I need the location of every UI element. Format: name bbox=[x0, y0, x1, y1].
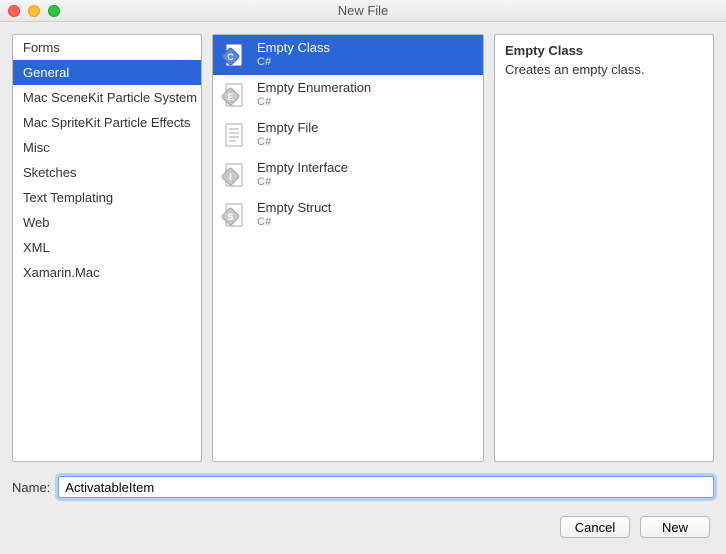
main-content: Forms General Mac SceneKit Particle System… bbox=[0, 22, 726, 462]
name-input[interactable] bbox=[58, 476, 714, 498]
name-row: Name: bbox=[0, 462, 726, 498]
category-item[interactable]: Web bbox=[13, 210, 201, 235]
new-button[interactable]: New bbox=[640, 516, 710, 538]
name-label: Name: bbox=[12, 480, 50, 495]
template-label: Empty Class bbox=[257, 41, 330, 56]
category-item-label: XML bbox=[23, 240, 50, 255]
template-label: Empty Enumeration bbox=[257, 81, 371, 96]
category-item[interactable]: Mac SceneKit Particle System bbox=[13, 85, 201, 110]
description-text: Creates an empty class. bbox=[505, 62, 703, 77]
category-item[interactable]: Sketches bbox=[13, 160, 201, 185]
class-icon: E bbox=[221, 81, 249, 109]
window-title: New File bbox=[0, 3, 726, 18]
close-icon[interactable] bbox=[8, 5, 20, 17]
zoom-icon[interactable] bbox=[48, 5, 60, 17]
category-item[interactable]: Mac SpriteKit Particle Effects bbox=[13, 110, 201, 135]
category-item[interactable]: Misc bbox=[13, 135, 201, 160]
template-sublabel: C# bbox=[257, 96, 371, 109]
category-list[interactable]: Forms General Mac SceneKit Particle System… bbox=[12, 34, 202, 462]
category-item-label: Forms bbox=[23, 40, 60, 55]
template-item[interactable]: I Empty InterfaceC# bbox=[213, 155, 483, 195]
svg-text:E: E bbox=[227, 92, 233, 102]
minimize-icon[interactable] bbox=[28, 5, 40, 17]
svg-text:C: C bbox=[227, 52, 234, 62]
category-item[interactable]: General bbox=[13, 60, 201, 85]
template-sublabel: C# bbox=[257, 56, 330, 69]
category-item-label: Mac SpriteKit Particle Effects bbox=[23, 115, 190, 130]
template-item[interactable]: E Empty EnumerationC# bbox=[213, 75, 483, 115]
window-controls bbox=[8, 5, 60, 17]
category-item-label: General bbox=[23, 65, 69, 80]
cancel-button[interactable]: Cancel bbox=[560, 516, 630, 538]
file-icon bbox=[221, 121, 249, 149]
titlebar: New File bbox=[0, 0, 726, 22]
category-item[interactable]: XML bbox=[13, 235, 201, 260]
template-item[interactable]: S Empty StructC# bbox=[213, 195, 483, 235]
template-list[interactable]: CEmpty ClassC#EEmpty EnumerationC#Empty … bbox=[212, 34, 484, 462]
category-item[interactable]: Forms bbox=[13, 35, 201, 60]
template-item[interactable]: Empty FileC# bbox=[213, 115, 483, 155]
template-label: Empty File bbox=[257, 121, 318, 136]
template-sublabel: C# bbox=[257, 176, 348, 189]
category-item-label: Mac SceneKit Particle System bbox=[23, 90, 197, 105]
category-item-label: Misc bbox=[23, 140, 50, 155]
category-item[interactable]: Xamarin.Mac bbox=[13, 260, 201, 285]
description-panel: Empty Class Creates an empty class. bbox=[494, 34, 714, 462]
category-item-label: Xamarin.Mac bbox=[23, 265, 100, 280]
description-title: Empty Class bbox=[505, 43, 703, 58]
category-item[interactable]: Text Templating bbox=[13, 185, 201, 210]
class-icon: I bbox=[221, 161, 249, 189]
template-label: Empty Struct bbox=[257, 201, 331, 216]
category-item-label: Text Templating bbox=[23, 190, 113, 205]
template-label: Empty Interface bbox=[257, 161, 348, 176]
template-sublabel: C# bbox=[257, 136, 318, 149]
svg-text:I: I bbox=[229, 172, 232, 182]
template-sublabel: C# bbox=[257, 216, 331, 229]
button-row: Cancel New bbox=[0, 498, 726, 538]
category-item-label: Web bbox=[23, 215, 50, 230]
class-icon: S bbox=[221, 201, 249, 229]
template-item[interactable]: C Empty ClassC# bbox=[213, 35, 483, 75]
category-item-label: Sketches bbox=[23, 165, 76, 180]
class-icon: C bbox=[221, 41, 249, 69]
svg-text:S: S bbox=[227, 212, 233, 222]
